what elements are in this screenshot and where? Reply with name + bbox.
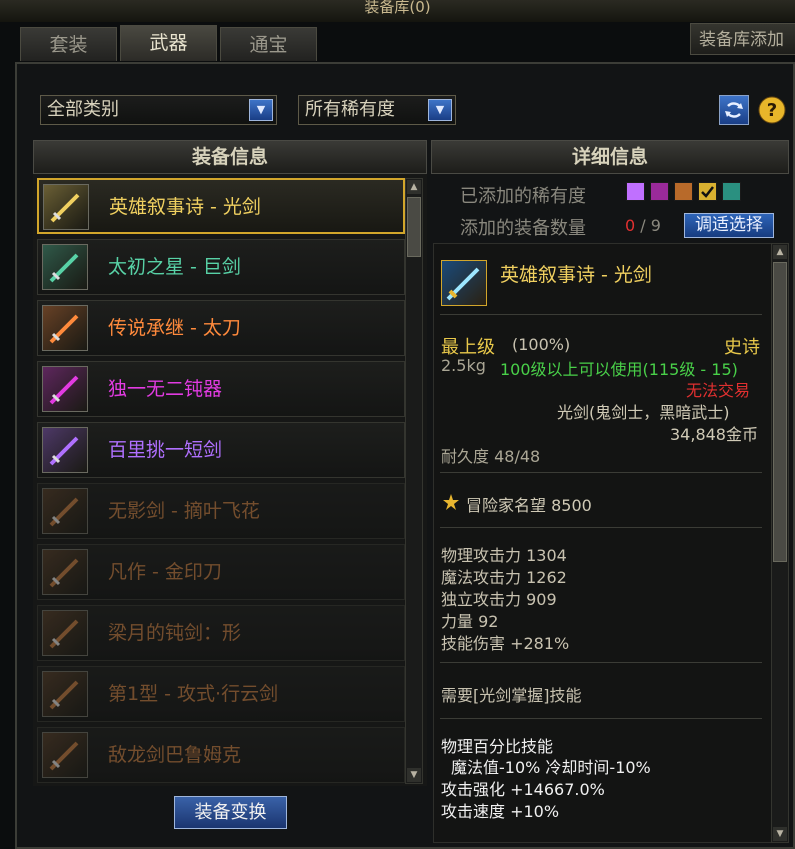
- weapon-icon: [42, 549, 88, 595]
- divider: [440, 314, 762, 315]
- item-name: 凡作 - 金印刀: [108, 561, 222, 583]
- trade-status: 无法交易: [686, 381, 751, 400]
- svg-text:?: ?: [767, 100, 777, 121]
- rarity-dropdown[interactable]: 所有稀有度 ▼: [298, 95, 456, 125]
- durability-label: 耐久度 48/48: [441, 447, 541, 466]
- rarity-swatch[interactable]: [650, 182, 669, 201]
- rarity-swatch[interactable]: [626, 182, 645, 201]
- price-label: 34,848金币: [670, 425, 758, 444]
- rarity-swatch[interactable]: [674, 182, 693, 201]
- divider: [440, 472, 762, 473]
- list-item[interactable]: 敌龙剑巴鲁姆克: [37, 727, 405, 783]
- refresh-icon[interactable]: [719, 95, 749, 125]
- weapon-icon: [42, 671, 88, 717]
- equip-convert-button[interactable]: 装备变换: [174, 796, 287, 829]
- rarity-added-label: 已添加的稀有度: [460, 186, 586, 207]
- weapon-icon: [42, 244, 88, 290]
- skill-line: 攻击速度 +10%: [441, 802, 560, 821]
- adjust-select-button[interactable]: 调适选择: [684, 213, 774, 238]
- tab-weapon[interactable]: 武器: [120, 25, 217, 61]
- detail-scrollbar[interactable]: ▲ ▼: [771, 243, 789, 843]
- item-name: 敌龙剑巴鲁姆克: [108, 744, 242, 766]
- category-value: 全部类别: [47, 99, 119, 120]
- list-item[interactable]: 百里挑一短剑: [37, 422, 405, 478]
- list-item[interactable]: 无影剑 - 摘叶飞花: [37, 483, 405, 539]
- weapon-icon: [42, 366, 88, 412]
- list-item[interactable]: 独一无二钝器: [37, 361, 405, 417]
- item-name: 太初之星 - 巨剑: [108, 256, 241, 278]
- item-name: 梁月的钝剑：形: [108, 622, 242, 644]
- rarity-swatch[interactable]: [722, 182, 741, 201]
- fame-icon: [441, 492, 461, 512]
- stat-line: 魔法攻击力 1262: [441, 568, 567, 587]
- list-item[interactable]: 凡作 - 金印刀: [37, 544, 405, 600]
- tab-suit[interactable]: 套装: [20, 27, 117, 61]
- grade-percent: (100%): [512, 335, 571, 354]
- stat-line: 力量 92: [441, 612, 499, 631]
- divider: [440, 662, 762, 663]
- list-item[interactable]: 传说承继 - 太刀: [37, 300, 405, 356]
- rarity-swatch[interactable]: [698, 182, 717, 201]
- divider: [440, 527, 762, 528]
- weapon-icon: [42, 427, 88, 473]
- chevron-down-icon[interactable]: ▼: [428, 99, 452, 121]
- list-item[interactable]: 梁月的钝剑：形: [37, 605, 405, 661]
- item-name: 传说承继 - 太刀: [108, 317, 241, 339]
- list-item[interactable]: 太初之星 - 巨剑: [37, 239, 405, 295]
- weapon-icon: [42, 732, 88, 778]
- stat-line: 物理攻击力 1304: [441, 546, 567, 565]
- detail-item-name: 英雄叙事诗 - 光剑: [500, 264, 652, 286]
- category-dropdown[interactable]: 全部类别 ▼: [40, 95, 277, 125]
- count-display: 0 / 9: [625, 216, 661, 235]
- chevron-down-icon[interactable]: ▼: [249, 99, 273, 121]
- skill-line: 魔法值-10% 冷却时间-10%: [451, 758, 651, 777]
- skill-requirement: 需要[光剑掌握]技能: [441, 686, 582, 705]
- help-icon[interactable]: ?: [757, 95, 787, 125]
- scroll-thumb[interactable]: [407, 197, 421, 257]
- list-item[interactable]: 第1型 - 攻式·行云剑: [37, 666, 405, 722]
- item-icon: [441, 260, 487, 306]
- item-name: 独一无二钝器: [108, 378, 223, 400]
- add-to-library-tab[interactable]: 装备库添加: [690, 23, 795, 55]
- rarity-value: 所有稀有度: [305, 99, 395, 120]
- weapon-icon: [42, 610, 88, 656]
- weapon-icon: [42, 305, 88, 351]
- scroll-down-arrow[interactable]: ▼: [773, 827, 787, 841]
- tab-treasure[interactable]: 通宝: [220, 27, 317, 61]
- scroll-up-arrow[interactable]: ▲: [773, 245, 787, 259]
- stat-line: 独立攻击力 909: [441, 590, 557, 609]
- scroll-up-arrow[interactable]: ▲: [407, 180, 421, 194]
- item-name: 无影剑 - 摘叶飞花: [108, 500, 260, 522]
- scroll-thumb[interactable]: [773, 262, 787, 562]
- weapon-icon: [43, 184, 89, 230]
- window-title: 装备库(0): [0, 0, 795, 22]
- divider: [440, 718, 762, 719]
- stat-line: 技能伤害 +281%: [441, 634, 570, 653]
- equipment-info-header: 装备信息: [33, 140, 427, 174]
- list-scrollbar[interactable]: ▲ ▼: [405, 178, 423, 784]
- fame-label: 冒险家名望 8500: [466, 496, 592, 515]
- scroll-down-arrow[interactable]: ▼: [407, 768, 421, 782]
- weight-label: 2.5kg: [441, 356, 486, 375]
- skill-line: 攻击强化 +14667.0%: [441, 780, 605, 799]
- count-label: 添加的装备数量: [460, 218, 586, 239]
- item-name: 百里挑一短剑: [108, 439, 223, 461]
- detail-info-header: 详细信息: [431, 140, 789, 174]
- item-name: 第1型 - 攻式·行云剑: [108, 683, 279, 705]
- item-name: 英雄叙事诗 - 光剑: [109, 196, 261, 218]
- list-item[interactable]: 英雄叙事诗 - 光剑: [37, 178, 405, 234]
- weapon-type: 光剑(鬼剑士，黑暗武士): [557, 403, 730, 422]
- weapon-icon: [42, 488, 88, 534]
